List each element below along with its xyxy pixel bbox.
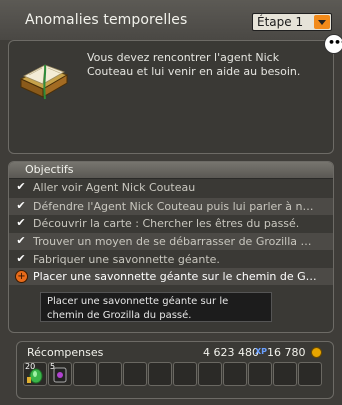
objective-row[interactable]: ✔ Aller voir Agent Nick Couteau	[9, 179, 333, 196]
reward-slot-empty	[98, 362, 122, 386]
objective-row[interactable]: ✔ Trouver un moyen de se débarrasser de …	[9, 233, 333, 250]
reward-slot-empty	[198, 362, 222, 386]
reward-qty: 5	[50, 362, 56, 371]
xp-icon: XP	[255, 347, 268, 356]
reward-slot-empty	[273, 362, 297, 386]
window-title: Anomalies temporelles	[25, 12, 188, 28]
checkmark-icon: ✔	[16, 252, 26, 265]
reward-slot[interactable]: 5	[48, 362, 72, 386]
quest-window: Anomalies temporelles Étape 1 Vous devez…	[0, 0, 342, 405]
objectives-header: Objectifs	[9, 162, 333, 179]
step-dropdown-value: Étape 1	[257, 15, 304, 29]
step-dropdown[interactable]: Étape 1	[252, 13, 332, 31]
objective-tooltip: Placer une savonnette géante sur le chem…	[40, 292, 272, 322]
objective-row-active[interactable]: + Placer une savonnette géante sur le ch…	[9, 268, 333, 285]
kamas-icon	[311, 347, 322, 358]
reward-slot-empty	[148, 362, 172, 386]
quest-description: Vous devez rencontrer l'agent Nick Coute…	[87, 51, 301, 78]
reward-slot[interactable]: 20	[23, 362, 47, 386]
checkmark-icon: ✔	[16, 180, 26, 193]
checkmark-icon: ✔	[16, 234, 26, 247]
reward-slot-empty	[298, 362, 322, 386]
objective-label: Défendre l'Agent Nick Couteau puis lui p…	[33, 200, 314, 213]
objective-label: Placer une savonnette géante sur le chem…	[33, 270, 317, 283]
reward-qty: 20	[25, 362, 36, 371]
objective-label: Découvrir la carte : Chercher les êtres …	[33, 217, 300, 230]
objective-label: Trouver un moyen de se débarrasser de Gr…	[33, 235, 312, 248]
objectives-title: Objectifs	[25, 163, 74, 176]
objective-active-icon: +	[15, 270, 28, 283]
reward-slot-empty	[123, 362, 147, 386]
reward-slot-empty	[73, 362, 97, 386]
xp-value: 4 623 480	[203, 346, 259, 359]
objective-row[interactable]: ✔ Découvrir la carte : Chercher les être…	[9, 215, 333, 232]
description-panel: Vous devez rencontrer l'agent Nick Coute…	[8, 40, 334, 154]
reward-slot-empty	[248, 362, 272, 386]
checkmark-icon: ✔	[16, 216, 26, 229]
rewards-panel: Récompenses 4 623 480 XP 16 780 20 5	[16, 341, 334, 399]
reward-slots: 20 5	[23, 362, 327, 386]
rewards-title: Récompenses	[27, 346, 104, 359]
objective-row[interactable]: ✔ Fabriquer une savonnette géante.	[9, 251, 333, 268]
reward-slot-empty	[173, 362, 197, 386]
reward-slot-empty	[223, 362, 247, 386]
chevron-down-icon[interactable]	[314, 15, 330, 29]
title-bar: Anomalies temporelles Étape 1	[0, 0, 342, 40]
objective-label: Fabriquer une savonnette géante.	[33, 253, 220, 266]
objective-label: Aller voir Agent Nick Couteau	[33, 181, 196, 194]
objective-row[interactable]: ✔ Défendre l'Agent Nick Couteau puis lui…	[9, 198, 333, 215]
speech-bubble-icon[interactable]: •••	[324, 34, 342, 54]
checkmark-icon: ✔	[16, 199, 26, 212]
kamas-value: 16 780	[267, 346, 306, 359]
book-icon	[19, 64, 69, 100]
